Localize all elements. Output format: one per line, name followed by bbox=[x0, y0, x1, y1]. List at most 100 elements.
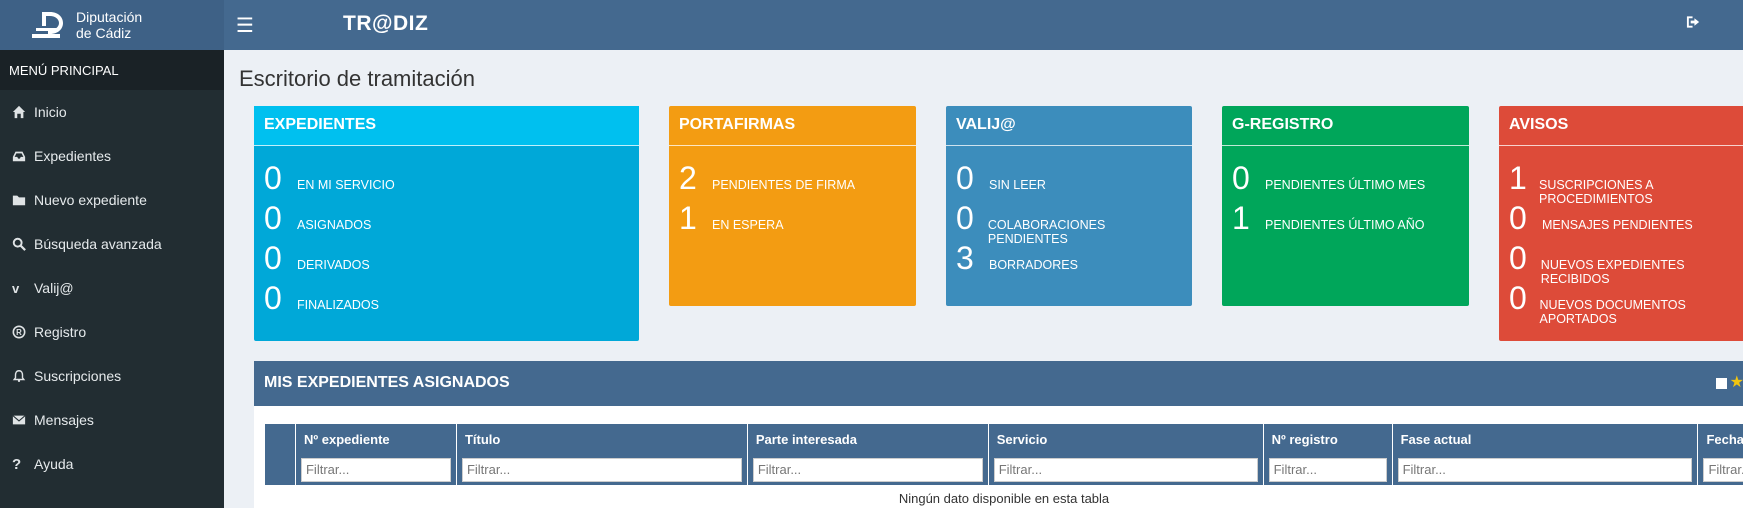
search-icon bbox=[12, 237, 34, 251]
sidebar-item-mensajes[interactable]: Mensajes bbox=[0, 398, 224, 442]
valija-box[interactable]: VALIJ@ 0 SIN LEER 0 COLABORACIONES PENDIEN… bbox=[946, 106, 1192, 306]
sidebar-item-ayuda[interactable]: ? Ayuda bbox=[0, 442, 224, 486]
sidebar-item-label: Mensajes bbox=[34, 412, 94, 428]
sidebar-item-label: Suscripciones bbox=[34, 368, 122, 384]
inbox-icon bbox=[12, 149, 34, 163]
stat-label: COLABORACIONES PENDIENTES bbox=[987, 218, 1106, 246]
stat-label: PENDIENTES DE FIRMA bbox=[712, 178, 856, 192]
stat-row[interactable]: 0 COLABORACIONES PENDIENTES bbox=[956, 198, 1182, 246]
stat-row[interactable]: 0 EN MI SERVICIO bbox=[264, 158, 629, 198]
panel-header: MIS EXPEDIENTES ASIGNADOS ★ bbox=[254, 361, 1743, 406]
bell-icon bbox=[12, 369, 34, 383]
stat-label: ASIGNADOS bbox=[297, 218, 372, 232]
stat-label: DERIVADOS bbox=[297, 258, 370, 272]
expedientes-box[interactable]: EXPEDIENTES 0 EN MI SERVICIO 0 ASIGNADOS 0… bbox=[254, 106, 639, 341]
stat-row[interactable]: 0 DERIVADOS bbox=[264, 238, 629, 278]
panel-title: MIS EXPEDIENTES ASIGNADOS bbox=[264, 374, 510, 391]
column-header-registro[interactable]: Nº registro bbox=[1262, 424, 1393, 454]
stat-number: 0 bbox=[264, 160, 282, 196]
stat-row[interactable]: 0 NUEVOS EXPEDIENTES RECIBIDOS bbox=[1509, 238, 1743, 286]
stat-row[interactable]: 1 EN ESPERA bbox=[679, 198, 906, 238]
stat-number: 0 bbox=[1232, 160, 1250, 196]
stat-number: 0 bbox=[1509, 240, 1527, 276]
filter-cell bbox=[455, 454, 748, 485]
top-header: Diputación de Cádiz ☰ TR@DIZ bbox=[0, 0, 1743, 50]
empty-table-message: Ningún dato disponible en esta tabla bbox=[898, 491, 1110, 506]
box-title: AVISOS bbox=[1499, 106, 1743, 146]
filter-cell bbox=[1391, 454, 1698, 485]
column-header-parte[interactable]: Parte interesada bbox=[746, 424, 989, 454]
box-title: G-REGISTRO bbox=[1222, 106, 1469, 146]
gregistro-box[interactable]: G-REGISTRO 0 PENDIENTES ÚLTIMO MES 1 PENDI… bbox=[1222, 106, 1469, 306]
column-header-fase[interactable]: Fase actual bbox=[1391, 424, 1698, 454]
table-filter-row bbox=[264, 454, 1743, 485]
sidebar-item-label: Registro bbox=[34, 324, 87, 340]
sidebar-item-label: Nuevo expediente bbox=[34, 192, 147, 208]
registered-icon: R bbox=[12, 325, 34, 339]
stat-number: 3 bbox=[956, 240, 974, 276]
question-icon: ? bbox=[12, 455, 22, 473]
column-header-servicio[interactable]: Servicio bbox=[987, 424, 1264, 454]
sidebar-item-label: Búsqueda avanzada bbox=[34, 236, 162, 252]
column-header-expediente[interactable]: Nº expediente bbox=[294, 424, 457, 454]
table-header-row: Nº expediente Título Parte interesada Se… bbox=[264, 424, 1743, 454]
stat-label: PENDIENTES ÚLTIMO AÑO bbox=[1265, 218, 1425, 232]
page-title: Escritorio de tramitación bbox=[239, 66, 475, 91]
logo[interactable]: Diputación de Cádiz bbox=[0, 0, 224, 50]
filter-expediente-input[interactable] bbox=[300, 457, 451, 482]
filter-parte-input[interactable] bbox=[752, 457, 983, 482]
filter-fecha-input[interactable] bbox=[1703, 457, 1743, 482]
filter-fase-input[interactable] bbox=[1397, 457, 1693, 482]
stat-row[interactable]: 1 SUSCRIPCIONES A PROCEDIMIENTOS bbox=[1509, 158, 1743, 206]
stat-row[interactable]: 0 SIN LEER bbox=[956, 158, 1182, 198]
sidebar-item-suscripciones[interactable]: Suscripciones bbox=[0, 354, 224, 398]
stat-row[interactable]: 2 PENDIENTES DE FIRMA bbox=[679, 158, 906, 198]
folder-icon bbox=[12, 193, 34, 207]
sidebar-item-registro[interactable]: R Registro bbox=[0, 310, 224, 354]
star-icon[interactable]: ★ bbox=[1730, 375, 1743, 391]
stat-number: 0 bbox=[264, 240, 282, 276]
column-header-titulo[interactable]: Título bbox=[455, 424, 748, 454]
filter-servicio-input[interactable] bbox=[993, 457, 1258, 482]
sidebar-item-busqueda-avanzada[interactable]: Búsqueda avanzada bbox=[0, 222, 224, 266]
stat-row[interactable]: 0 FINALIZADOS bbox=[264, 278, 629, 318]
stat-label: FINALIZADOS bbox=[297, 298, 379, 312]
box-title: EXPEDIENTES bbox=[254, 106, 639, 146]
stat-label: MENSAJES PENDIENTES bbox=[1542, 218, 1693, 232]
sidebar-item-label: Ayuda bbox=[34, 456, 74, 472]
stat-label: NUEVOS EXPEDIENTES RECIBIDOS bbox=[1540, 258, 1685, 286]
stat-number: 0 bbox=[264, 200, 282, 236]
filter-titulo-input[interactable] bbox=[461, 457, 742, 482]
stat-row[interactable]: 1 PENDIENTES ÚLTIMO AÑO bbox=[1232, 198, 1459, 238]
hamburger-icon[interactable]: ☰ bbox=[236, 13, 254, 38]
stat-row[interactable]: 0 PENDIENTES ÚLTIMO MES bbox=[1232, 158, 1459, 198]
box-title: PORTAFIRMAS bbox=[669, 106, 916, 146]
stat-row[interactable]: 0 ASIGNADOS bbox=[264, 198, 629, 238]
vimeo-icon: v bbox=[12, 280, 20, 296]
logo-line-1: Diputación bbox=[76, 9, 143, 25]
filter-cell bbox=[1262, 454, 1393, 485]
box-title: VALIJ@ bbox=[946, 106, 1192, 146]
stat-number: 0 bbox=[1509, 280, 1527, 316]
filter-registro-input[interactable] bbox=[1268, 457, 1387, 482]
sign-out-icon[interactable] bbox=[1686, 15, 1701, 33]
portafirmas-box[interactable]: PORTAFIRMAS 2 PENDIENTES DE FIRMA 1 EN ESP… bbox=[669, 106, 916, 306]
stat-number: 1 bbox=[1232, 200, 1250, 236]
sidebar-title: MENÚ PRINCIPAL bbox=[0, 50, 224, 90]
sidebar-item-inicio[interactable]: Inicio bbox=[0, 90, 224, 134]
sidebar-item-valija[interactable]: v Valij@ bbox=[0, 266, 224, 310]
stat-number: 0 bbox=[956, 160, 974, 196]
square-icon[interactable] bbox=[1715, 377, 1727, 389]
diputacion-logo-icon bbox=[32, 12, 63, 38]
column-header-fecha[interactable]: Fecha bbox=[1697, 424, 1743, 454]
sidebar-item-nuevo-expediente[interactable]: Nuevo expediente bbox=[0, 178, 224, 222]
panel-tools: ★ bbox=[1715, 375, 1743, 391]
assigned-table: Nº expediente Título Parte interesada Se… bbox=[264, 424, 1743, 485]
sidebar-item-expedientes[interactable]: Expedientes bbox=[0, 134, 224, 178]
sidebar-item-label: Expedientes bbox=[34, 148, 112, 164]
avisos-box[interactable]: AVISOS 1 SUSCRIPCIONES A PROCEDIMIENTOS 0… bbox=[1499, 106, 1743, 341]
stat-number: 0 bbox=[1509, 200, 1527, 236]
stat-label: PENDIENTES ÚLTIMO MES bbox=[1265, 178, 1426, 192]
stat-label: SIN LEER bbox=[989, 178, 1046, 192]
assigned-panel: MIS EXPEDIENTES ASIGNADOS ★ Nº expedient… bbox=[254, 361, 1743, 508]
